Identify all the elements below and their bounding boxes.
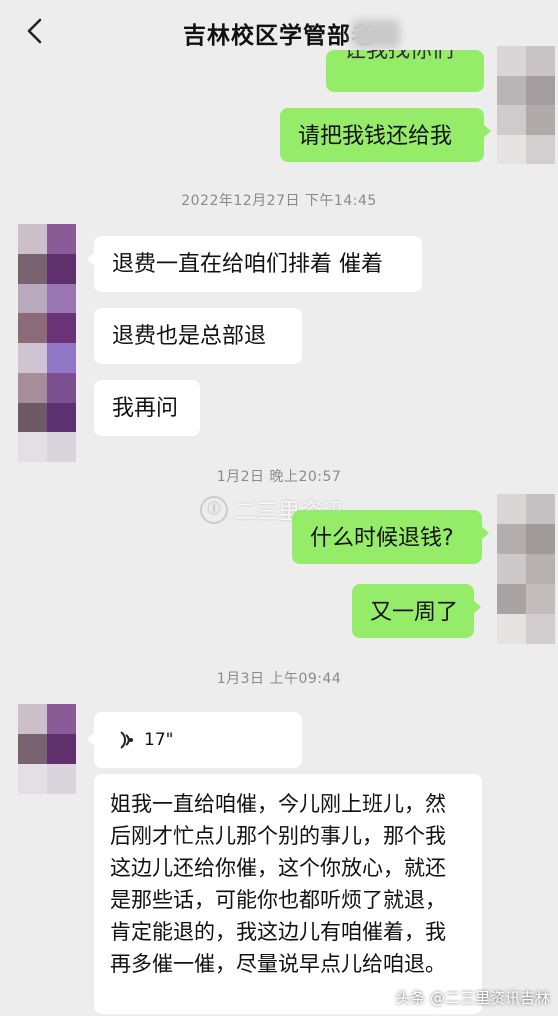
- my-avatar[interactable]: [497, 494, 555, 644]
- source-credit: 头条 @二三里资讯吉林: [395, 989, 550, 1007]
- contact-avatar[interactable]: [18, 224, 76, 462]
- chat-title: 吉林校区学管部老: [183, 23, 374, 49]
- message-bubble-incoming[interactable]: 退费一直在给咱们排着 催着: [87, 236, 422, 292]
- message-bubble-outgoing[interactable]: 什么时候退钱?: [292, 510, 489, 564]
- voice-message-bubble[interactable]: 17": [87, 712, 302, 768]
- message-bubble-incoming[interactable]: 姐我一直给咱催，今儿刚上班儿，然后刚才忙点儿那个别的事儿，那个我这边儿还给你催，…: [94, 774, 482, 1014]
- contact-avatar[interactable]: [18, 704, 76, 794]
- watermark-logo-icon: Ⓘ: [200, 496, 228, 524]
- message-bubble-outgoing[interactable]: 请把我钱还给我: [280, 108, 491, 162]
- title-blur-mask: [352, 20, 400, 48]
- voice-duration: 17": [144, 730, 174, 750]
- voice-wave-icon: [120, 731, 133, 749]
- message-bubble-outgoing[interactable]: 又一周了: [352, 584, 481, 638]
- message-bubble-incoming[interactable]: 我再问: [94, 380, 200, 436]
- timestamp: 1月3日 上午09:44: [216, 671, 342, 687]
- message-bubble-incoming[interactable]: 退费也是总部退: [94, 308, 302, 364]
- my-avatar[interactable]: [497, 46, 555, 164]
- timestamp: 1月2日 晚上20:57: [216, 469, 342, 485]
- timestamp: 2022年12月27日 下午14:45: [181, 193, 377, 209]
- message-bubble-outgoing[interactable]: 让我找你们: [326, 50, 484, 92]
